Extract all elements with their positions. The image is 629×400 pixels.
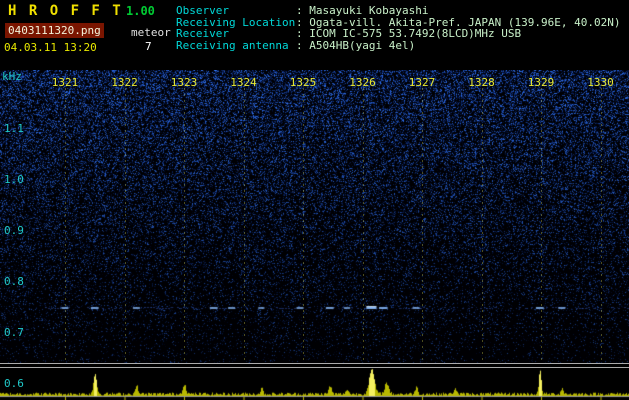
output-filename: 0403111320.png	[5, 23, 104, 38]
minute-gridline	[65, 88, 66, 362]
minute-gridline	[243, 88, 245, 362]
station-info-line: Receiving antenna : A504HB(yagi 4el)	[176, 38, 621, 52]
station-info-value: : A504HB(yagi 4el)	[296, 38, 416, 52]
station-info-label: Receiver	[176, 27, 229, 40]
time-tick-label: 1330	[587, 76, 614, 89]
mode-label: meteor	[131, 26, 171, 39]
station-info-line: Observer : Masayuki Kobayashi	[176, 5, 621, 17]
time-tick-label: 1327	[408, 76, 436, 89]
separator-line-1	[0, 363, 629, 364]
freq-tick-label: 1.1	[4, 122, 24, 135]
minute-gridline	[541, 88, 542, 362]
minute-gridline	[184, 88, 185, 362]
hrofft-screen: H R O F F T 1.00 0403111320.png meteor 0…	[0, 0, 629, 400]
time-tick-label: 1324	[230, 76, 257, 89]
freq-axis-unit: kHz	[2, 70, 22, 83]
time-tick-label: 1322	[111, 76, 138, 89]
spectrogram-canvas	[0, 70, 629, 363]
time-tick-label: 1321	[51, 76, 79, 89]
freq-tick-label: 1.0	[4, 173, 24, 186]
frame-datetime: 04.03.11 13:20	[4, 41, 97, 54]
separator-line-2	[0, 367, 629, 368]
freq-tick-label: 0.7	[4, 326, 24, 339]
freq-tick-label: 0.8	[4, 275, 24, 288]
station-info-value: : ICOM IC-575 53.7492(8LCD)MHz USB	[296, 27, 522, 40]
minute-gridline	[303, 88, 304, 362]
time-tick-label: 1329	[527, 76, 555, 89]
app-title: H R O F F T	[8, 3, 123, 19]
station-info-line: Receiver : ICOM IC-575 53.7492(8LCD)MHz U…	[176, 28, 621, 40]
time-tick-label: 1325	[289, 76, 317, 89]
station-info: Observer: Masayuki Kobayashi Receiving Lo…	[176, 5, 621, 51]
station-info-label: Observer	[176, 4, 229, 17]
minute-gridline	[124, 88, 126, 362]
minute-gridline	[362, 88, 364, 362]
station-info-label: Receiving antenna	[176, 38, 289, 52]
minute-gridline	[481, 88, 483, 362]
app-version: 1.00	[126, 4, 155, 18]
freq-tick-label: 0.9	[4, 224, 24, 237]
minute-gridline	[600, 88, 602, 362]
level-plot-canvas	[0, 368, 629, 400]
minute-gridline	[422, 88, 423, 362]
station-info-value: : Masayuki Kobayashi	[296, 4, 429, 17]
time-tick-label: 1326	[349, 76, 376, 89]
time-tick-label: 1328	[468, 76, 495, 89]
echo-count: 7	[145, 40, 152, 53]
freq-tick-label: 0.6	[4, 377, 24, 390]
time-tick-label: 1323	[170, 76, 198, 89]
